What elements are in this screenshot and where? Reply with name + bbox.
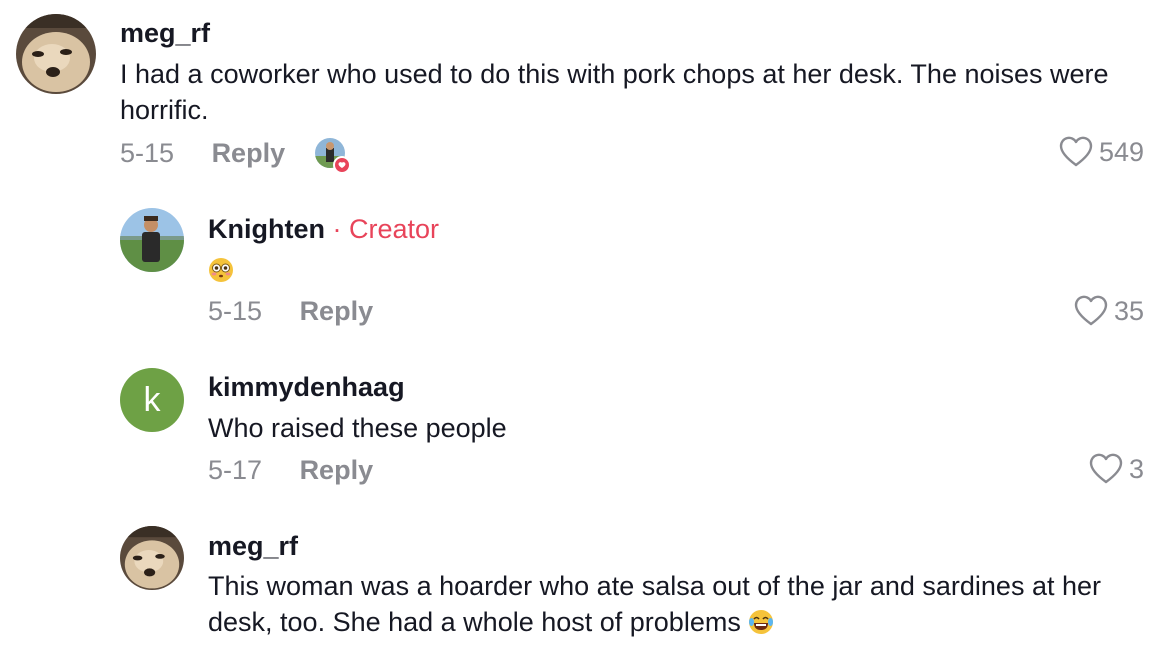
avatar[interactable] xyxy=(120,526,184,590)
username-text: Knighten xyxy=(208,214,325,244)
comment-text: Who raised these people xyxy=(208,413,507,443)
comment-date: 5-15 xyxy=(208,296,263,326)
like-count: 35 xyxy=(1113,295,1144,326)
comment-date: 5-17 xyxy=(208,455,263,485)
creator-badge: Creator xyxy=(349,214,440,244)
comment-text-body: This woman was a hoarder who ate salsa o… xyxy=(208,571,1101,637)
heart-icon xyxy=(1074,295,1108,326)
avatar[interactable] xyxy=(16,14,96,94)
reply-button[interactable]: Reply xyxy=(300,455,374,485)
tears-of-joy-emoji-icon xyxy=(749,610,774,634)
heart-icon xyxy=(1089,453,1123,484)
comment-text: I had a coworker who used to do this wit… xyxy=(120,59,1109,125)
like-count: 549 xyxy=(1098,136,1144,167)
separator: · xyxy=(332,214,342,244)
username[interactable]: meg_rf xyxy=(120,18,210,49)
username[interactable]: Knighten · Creator xyxy=(208,214,439,245)
like-count: 3 xyxy=(1128,453,1144,484)
comment-text xyxy=(208,252,234,288)
heart-icon xyxy=(1059,136,1093,167)
username[interactable]: meg_rf xyxy=(208,531,298,562)
username[interactable]: kimmydenhaag xyxy=(208,372,405,403)
reply-button[interactable]: Reply xyxy=(212,138,286,168)
like-button[interactable]: 35 xyxy=(1074,295,1144,327)
comment-meta: 5-15 Reply xyxy=(120,138,285,169)
avatar[interactable] xyxy=(120,208,184,272)
comment-meta: 5-15 Reply xyxy=(208,296,373,327)
like-button[interactable]: 3 xyxy=(1089,453,1144,485)
comment-text: This woman was a hoarder who ate salsa o… xyxy=(208,568,1148,640)
like-button[interactable]: 549 xyxy=(1059,136,1144,168)
avatar[interactable]: k xyxy=(120,368,184,432)
comment-date: 5-15 xyxy=(120,138,175,168)
creator-liked-avatar xyxy=(315,138,351,174)
comment-meta: 5-17 Reply xyxy=(208,455,373,486)
avatar-letter: k xyxy=(143,380,161,419)
reply-button[interactable]: Reply xyxy=(300,296,374,326)
flushed-face-emoji-icon xyxy=(209,258,233,282)
